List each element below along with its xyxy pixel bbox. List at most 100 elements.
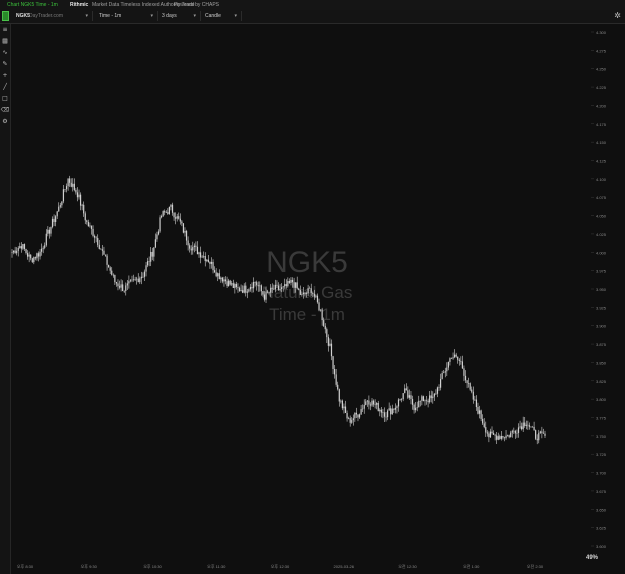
chart-type-icon[interactable]: ▦ (2, 38, 8, 45)
candle-body (14, 250, 16, 254)
candle-body (67, 178, 69, 187)
candle-body (418, 400, 420, 408)
price-chart[interactable]: NGK5 Natural Gas Time - 1m 4.3004.2754.2… (0, 0, 625, 574)
candle-body (87, 222, 89, 227)
candle-body (299, 290, 301, 295)
candle-body (120, 284, 122, 288)
eraser-icon[interactable]: ⌫ (0, 107, 9, 114)
candle-body (16, 250, 18, 254)
candle-body (69, 178, 71, 183)
candle-body (199, 252, 202, 258)
candle-body (348, 418, 350, 419)
candle-body (432, 396, 434, 399)
pencil-icon[interactable]: ✎ (2, 61, 7, 68)
candle-body (519, 426, 521, 428)
candle-body (137, 278, 139, 283)
candle-body (89, 225, 91, 227)
candle-body (344, 406, 347, 413)
candle-body (302, 292, 305, 295)
candle-body (165, 212, 167, 213)
candle-body (357, 414, 359, 418)
candle-body (268, 292, 270, 294)
candle-body (310, 288, 312, 293)
candle-body (472, 391, 474, 400)
candle-body (178, 216, 180, 219)
candle-body (422, 396, 425, 402)
candle-body (34, 257, 36, 259)
candle-body (471, 389, 473, 392)
candle-body (176, 216, 178, 219)
candle-body (44, 245, 46, 248)
candle-body (511, 430, 513, 433)
candle-body (109, 267, 111, 271)
candle-body (363, 404, 365, 409)
candle-body (430, 395, 432, 399)
candle-body (274, 284, 276, 290)
y-tick-label: 3.850 (596, 360, 607, 365)
candle-body (369, 404, 372, 406)
candle-body (318, 302, 320, 311)
candle-body (425, 400, 428, 402)
candle-body (351, 420, 353, 423)
candle-body (260, 285, 262, 292)
candle-body (114, 275, 116, 283)
candle-body (90, 225, 93, 229)
candle-body (30, 254, 32, 259)
candle-body (118, 286, 121, 288)
candle-body (366, 400, 368, 402)
candle-body (98, 244, 100, 249)
candle-body (531, 426, 534, 428)
candle-body (405, 388, 407, 391)
y-tick-label: 4.300 (596, 30, 607, 35)
candle-body (394, 407, 396, 410)
settings-icon[interactable]: ⚙ (2, 118, 7, 125)
line-tool-icon[interactable]: ╱ (2, 83, 7, 91)
candle-body (284, 284, 286, 287)
candle-body (466, 380, 468, 384)
y-tick-label: 3.825 (596, 379, 607, 384)
y-tick-label: 3.600 (596, 544, 607, 549)
candle-body (277, 285, 280, 290)
candle-body (245, 285, 247, 293)
candle-body (377, 402, 379, 412)
candle-body (290, 279, 292, 283)
candle-body (458, 359, 460, 361)
candle-body (204, 256, 206, 262)
candle-body (42, 247, 44, 249)
candle-body (438, 387, 440, 388)
candle-body (65, 186, 68, 190)
candle-body (125, 285, 127, 292)
candle-body (103, 250, 105, 255)
x-tick-label: 오후 8:30 (17, 563, 34, 569)
candle-body (382, 412, 384, 413)
candle-body (291, 279, 294, 283)
candle-body (195, 245, 197, 247)
candle-body (196, 246, 199, 255)
candle-body (100, 248, 102, 250)
candle-body (12, 250, 15, 253)
indicator-icon[interactable]: ∿ (2, 49, 7, 56)
candle-body (214, 270, 216, 273)
candle-body (262, 291, 264, 295)
x-tick-label: 오전 12:30 (398, 563, 417, 569)
candle-body (514, 431, 516, 434)
crosshair-icon[interactable]: + (2, 72, 7, 79)
candle-body (349, 418, 351, 423)
candle-body (399, 399, 401, 400)
candle-body (464, 375, 467, 381)
layers-icon[interactable]: ≡ (2, 26, 7, 33)
candle-body (410, 395, 412, 399)
candle-body (159, 217, 161, 232)
candle-body (446, 367, 448, 372)
rect-tool-icon[interactable]: □ (2, 95, 8, 102)
candle-body (265, 291, 267, 300)
x-tick-label: 오후 10:30 (143, 563, 162, 569)
candle-body (374, 404, 376, 406)
candle-body (449, 358, 451, 362)
watermark-timeframe: Time - 1m (269, 305, 345, 324)
candle-body (251, 287, 253, 289)
y-tick-label: 3.675 (596, 489, 607, 494)
candle-body (407, 390, 409, 398)
x-tick-label: 2025-03-26 (334, 564, 355, 569)
candle-body (527, 424, 529, 426)
